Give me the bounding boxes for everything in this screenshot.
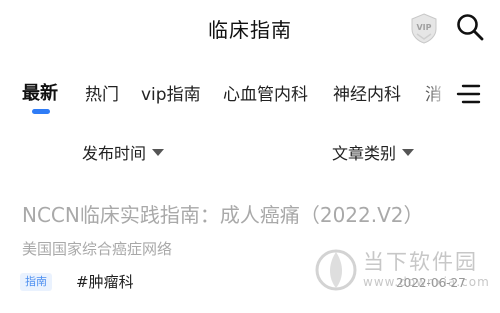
publish-time-filter[interactable]: 发布时间	[82, 140, 165, 164]
article-category-label: 文章类别	[332, 144, 397, 163]
watermark-name: 当下软件园	[363, 250, 478, 274]
article-source: 美国国家综合癌症网络	[22, 240, 173, 258]
article-topic-tag[interactable]: #肿瘤科	[76, 271, 134, 292]
tab-hot[interactable]: 热门	[85, 80, 119, 105]
publish-time-label: 发布时间	[82, 144, 147, 163]
chevron-down-icon	[152, 149, 165, 156]
site-watermark: 当下软件园 www.downxia.com	[315, 242, 489, 298]
watermark-url: www.downxia.com	[363, 275, 490, 289]
article-title[interactable]: NCCN临床实践指南：成人癌痛（2022.V2）	[22, 199, 424, 228]
filter-bar: 发布时间 文章类别	[0, 132, 500, 170]
tab-neurology[interactable]: 神经内科	[333, 80, 401, 105]
chevron-down-icon	[402, 149, 415, 156]
tabs-fade	[420, 62, 450, 122]
app-header: 临床指南 VIP	[0, 0, 500, 58]
search-icon[interactable]	[454, 11, 486, 43]
active-tab-indicator	[32, 109, 50, 114]
watermark-logo-icon	[315, 249, 357, 291]
vip-badge-label: VIP	[416, 23, 431, 32]
menu-icon[interactable]	[455, 81, 481, 107]
tab-vip-guide[interactable]: vip指南	[141, 80, 201, 105]
article-type-badge: 指南	[20, 273, 52, 291]
article-category-filter[interactable]: 文章类别	[332, 140, 415, 164]
tab-latest[interactable]: 最新	[22, 79, 58, 105]
category-tabs: 最新 热门 vip指南 心血管内科 神经内科 消	[0, 62, 500, 122]
vip-badge-icon[interactable]: VIP	[408, 12, 440, 44]
tab-cardiology[interactable]: 心血管内科	[223, 80, 308, 105]
